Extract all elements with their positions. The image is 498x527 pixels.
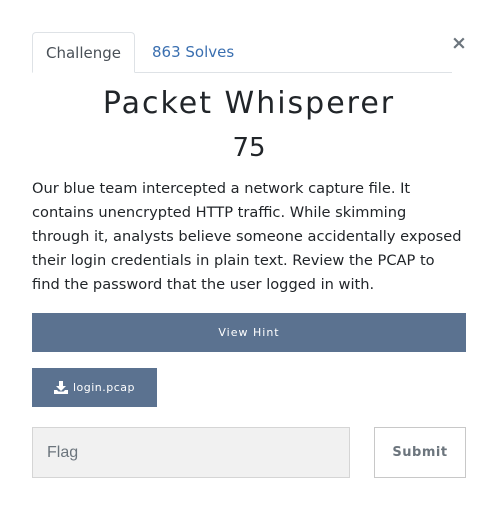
challenge-modal: × Challenge 863 Solves Packet Whisperer … (0, 0, 498, 527)
challenge-tabs: Challenge 863 Solves (32, 32, 452, 73)
tab-challenge[interactable]: Challenge (32, 32, 135, 73)
tab-solves[interactable]: 863 Solves (152, 32, 234, 72)
download-file-button[interactable]: login.pcap (32, 368, 157, 407)
flag-input[interactable] (32, 427, 350, 478)
close-icon[interactable]: × (451, 33, 467, 53)
submit-button[interactable]: Submit (374, 427, 466, 478)
challenge-title: Packet Whisperer (102, 86, 396, 121)
challenge-points: 75 (232, 133, 266, 163)
challenge-description: Our blue team intercepted a network capt… (32, 180, 462, 293)
file-name: login.pcap (72, 381, 136, 394)
download-icon (53, 381, 68, 394)
view-hint-button[interactable]: View Hint (32, 313, 466, 352)
